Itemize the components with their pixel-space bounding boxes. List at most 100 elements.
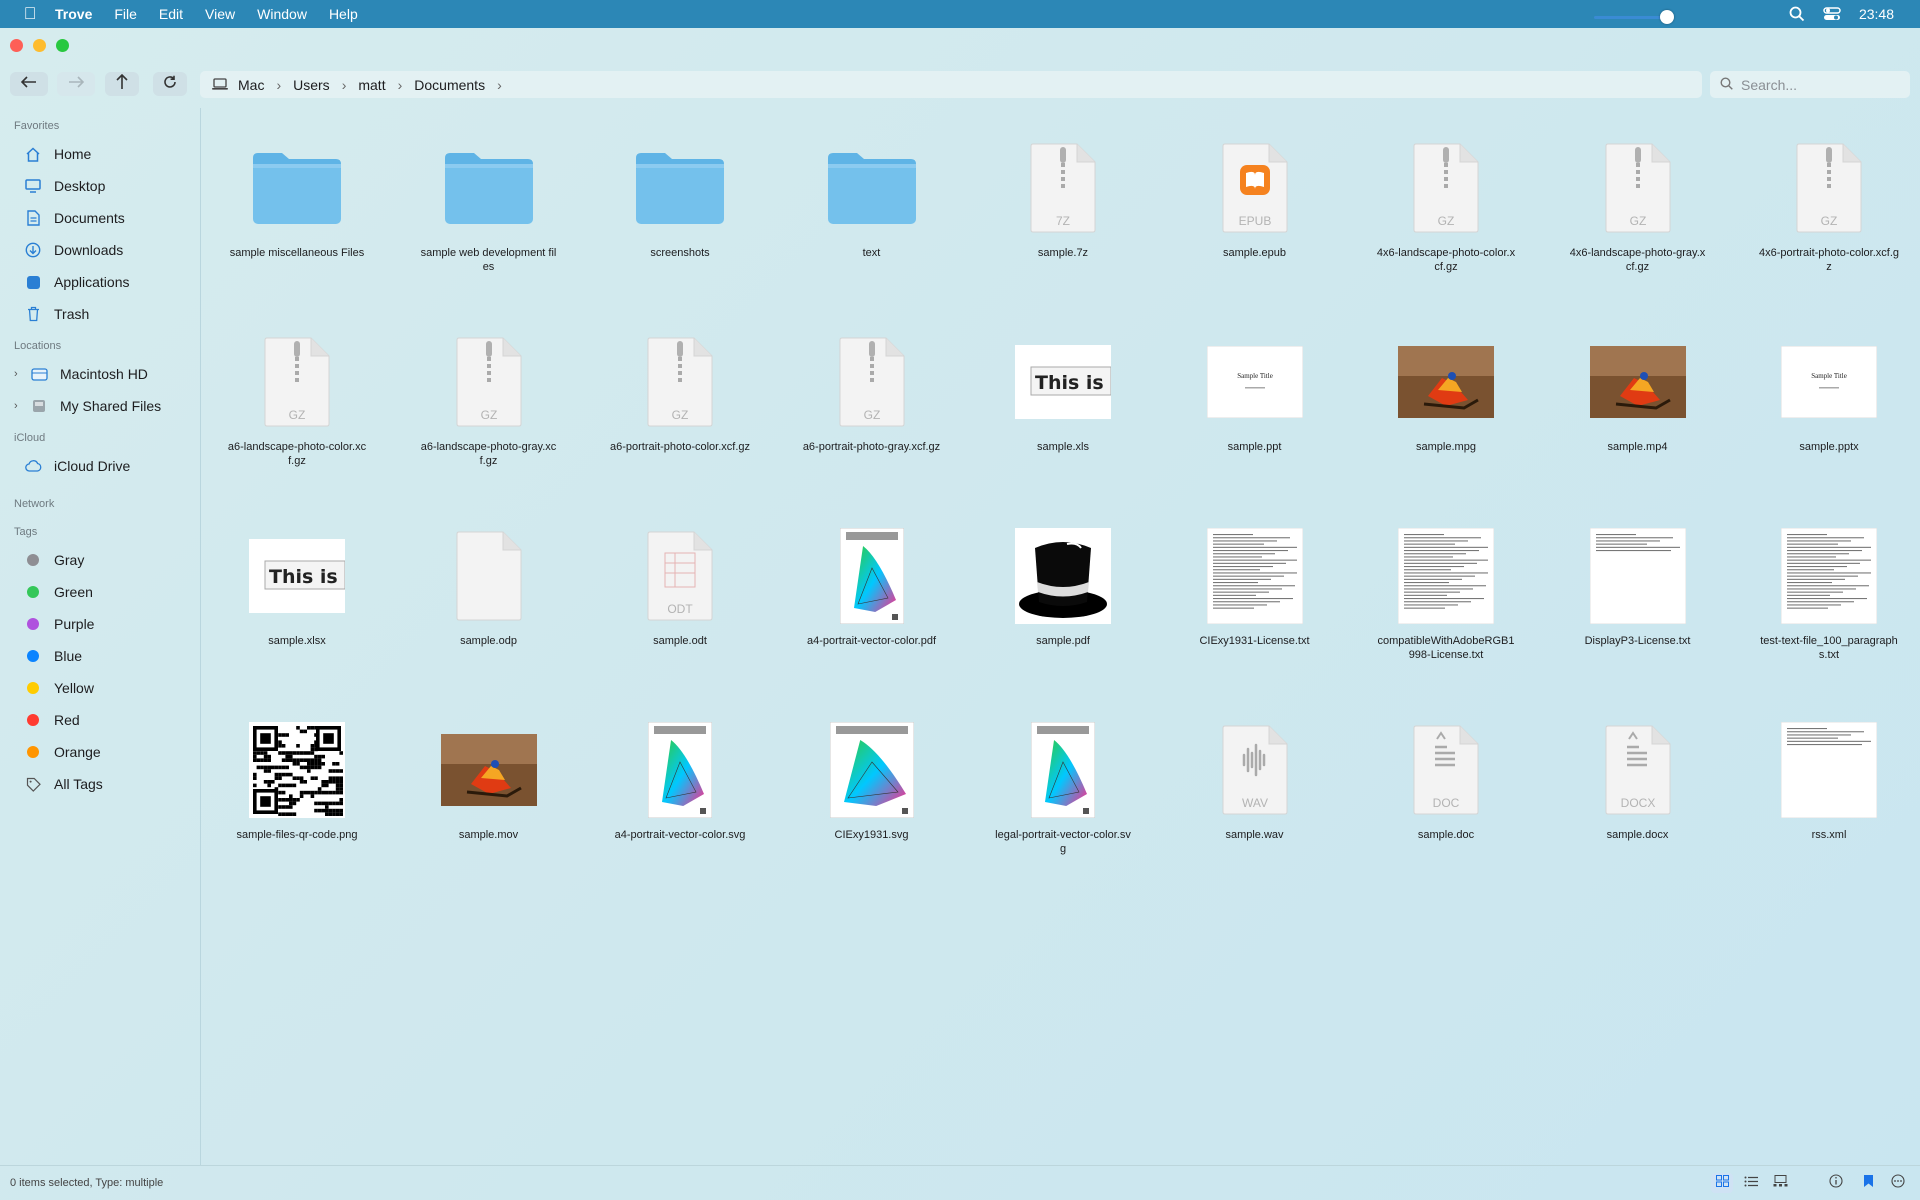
file-item[interactable]: sample.mpg (1356, 302, 1536, 492)
sidebar-item-applications[interactable]: Applications (0, 266, 200, 298)
file-item[interactable]: This is sample.xlsx (207, 496, 387, 686)
breadcrumb-matt[interactable]: matt (354, 77, 389, 93)
file-item[interactable]: a4-portrait-vector-color.svg (590, 690, 770, 880)
sidebar-tag-orange[interactable]: Orange (0, 736, 200, 768)
window-minimize-button[interactable] (33, 39, 46, 52)
breadcrumb-mac[interactable]: Mac (234, 77, 268, 93)
tag-dot-icon (24, 711, 42, 729)
sidebar-tag-purple[interactable]: Purple (0, 608, 200, 640)
chevron-right-icon[interactable]: › (14, 400, 24, 412)
menu-file[interactable]: File (103, 6, 148, 22)
file-item[interactable]: sample.mp4 (1548, 302, 1728, 492)
sidebar-item-label: Trash (54, 306, 90, 322)
file-item[interactable]: test-text-file_100_paragraphs.txt (1739, 496, 1919, 686)
sidebar-tag-gray[interactable]: Gray (0, 544, 200, 576)
file-item[interactable]: GZ a6-landscape-photo-gray.xcf.gz (399, 302, 579, 492)
file-item[interactable]: sample.pdf (973, 496, 1153, 686)
sidebar-item-desktop[interactable]: Desktop (0, 170, 200, 202)
file-item[interactable]: GZ 4x6-portrait-photo-color.xcf.gz (1739, 108, 1919, 298)
refresh-button[interactable] (153, 72, 187, 96)
list-view-button[interactable] (1740, 1173, 1762, 1193)
sidebar-tag-yellow[interactable]: Yellow (0, 672, 200, 704)
file-item[interactable]: CIExy1931-License.txt (1165, 496, 1345, 686)
file-item[interactable]: 7Z sample.7z (973, 108, 1153, 298)
sidebar-tag-red[interactable]: Red (0, 704, 200, 736)
zoom-slider-track[interactable] (1594, 16, 1670, 19)
folder-item[interactable]: screenshots (590, 108, 770, 298)
desktop-icon (24, 177, 42, 195)
bookmark-button[interactable] (1857, 1173, 1879, 1193)
menu-app[interactable]: Trove (44, 6, 103, 22)
file-item[interactable]: rss.xml (1739, 690, 1919, 880)
chevron-right-icon[interactable]: › (14, 368, 24, 380)
menu-edit[interactable]: Edit (148, 6, 194, 22)
network-heading[interactable]: Network (0, 498, 200, 510)
breadcrumb-users[interactable]: Users (289, 77, 334, 93)
breadcrumb-documents[interactable]: Documents (410, 77, 489, 93)
file-item[interactable]: Sample Title sample.ppt (1165, 302, 1345, 492)
file-item[interactable]: This is sample.xls (973, 302, 1153, 492)
file-item[interactable]: EPUB sample.epub (1165, 108, 1345, 298)
file-item[interactable]: DOCX sample.docx (1548, 690, 1728, 880)
file-item[interactable]: a4-portrait-vector-color.pdf (782, 496, 962, 686)
more-options-button[interactable] (1887, 1173, 1909, 1193)
file-item[interactable]: Sample Title sample.pptx (1739, 302, 1919, 492)
folder-item[interactable]: sample miscellaneous Files (207, 108, 387, 298)
chromaticity-diagram-icon (648, 722, 712, 818)
file-icon: WAV (1222, 725, 1287, 815)
sidebar-item-my-shared-files[interactable]: › My Shared Files (0, 390, 200, 422)
menu-window[interactable]: Window (246, 6, 318, 22)
spotlight-search-icon[interactable] (1789, 6, 1805, 22)
file-item[interactable]: compatibleWithAdobeRGB1998-License.txt (1356, 496, 1536, 686)
window-zoom-button[interactable] (56, 39, 69, 52)
file-item[interactable]: GZ a6-portrait-photo-gray.xcf.gz (782, 302, 962, 492)
file-item[interactable]: sample-files-qr-code.png (207, 690, 387, 880)
file-item[interactable]: sample.mov (399, 690, 579, 880)
icon-view-button[interactable] (1711, 1173, 1733, 1193)
tag-icon (24, 775, 42, 793)
file-item[interactable]: WAV sample.wav (1165, 690, 1345, 880)
parent-folder-button[interactable] (105, 72, 139, 96)
file-icon: DOC (1413, 725, 1479, 815)
sidebar-tag-blue[interactable]: Blue (0, 640, 200, 672)
document-icon (24, 209, 42, 227)
sidebar-item-home[interactable]: Home (0, 138, 200, 170)
file-item[interactable]: GZ 4x6-landscape-photo-color.xcf.gz (1356, 108, 1536, 298)
sidebar-item-downloads[interactable]: Downloads (0, 234, 200, 266)
file-thumbnail: GZ (434, 332, 544, 432)
info-button[interactable] (1825, 1173, 1847, 1193)
back-button[interactable] (10, 72, 48, 96)
sidebar-tag-green[interactable]: Green (0, 576, 200, 608)
sidebar-item-icloud-drive[interactable]: iCloud Drive (0, 450, 200, 482)
search-input[interactable] (1741, 76, 1901, 93)
file-icon: GZ (1605, 143, 1670, 233)
gallery-view-button[interactable] (1769, 1173, 1791, 1193)
file-item[interactable]: GZ a6-portrait-photo-color.xcf.gz (590, 302, 770, 492)
sidebar-tag-all-tags[interactable]: All Tags (0, 768, 200, 800)
menu-help[interactable]: Help (318, 6, 369, 22)
forward-button[interactable] (57, 72, 95, 96)
apple-menu-icon[interactable]:  (16, 4, 44, 24)
file-item[interactable]: ODT sample.odt (590, 496, 770, 686)
menu-view[interactable]: View (194, 6, 246, 22)
window-close-button[interactable] (10, 39, 23, 52)
sidebar-item-macintosh-hd[interactable]: › Macintosh HD (0, 358, 200, 390)
file-item[interactable]: DisplayP3-License.txt (1548, 496, 1728, 686)
search-field[interactable] (1710, 71, 1910, 98)
file-item[interactable]: GZ 4x6-landscape-photo-gray.xcf.gz (1548, 108, 1728, 298)
file-item[interactable]: CIExy1931.svg (782, 690, 962, 880)
folder-item[interactable]: text (782, 108, 962, 298)
sidebar-item-trash[interactable]: Trash (0, 298, 200, 330)
file-name-label: sample-files-qr-code.png (236, 829, 358, 841)
control-center-icon[interactable] (1823, 7, 1841, 21)
sidebar-item-documents[interactable]: Documents (0, 202, 200, 234)
file-name-label: a6-portrait-photo-gray.xcf.gz (802, 441, 941, 453)
zoom-slider-knob[interactable] (1660, 10, 1674, 24)
file-item[interactable]: sample.odp (399, 496, 579, 686)
folder-item[interactable]: sample web development files (399, 108, 579, 298)
menubar-clock[interactable]: 23:48 (1859, 6, 1894, 22)
file-item[interactable]: DOC sample.doc (1356, 690, 1536, 880)
sidebar-item-label: Gray (54, 552, 85, 568)
file-item[interactable]: GZ a6-landscape-photo-color.xcf.gz (207, 302, 387, 492)
file-item[interactable]: legal-portrait-vector-color.svg (973, 690, 1153, 880)
